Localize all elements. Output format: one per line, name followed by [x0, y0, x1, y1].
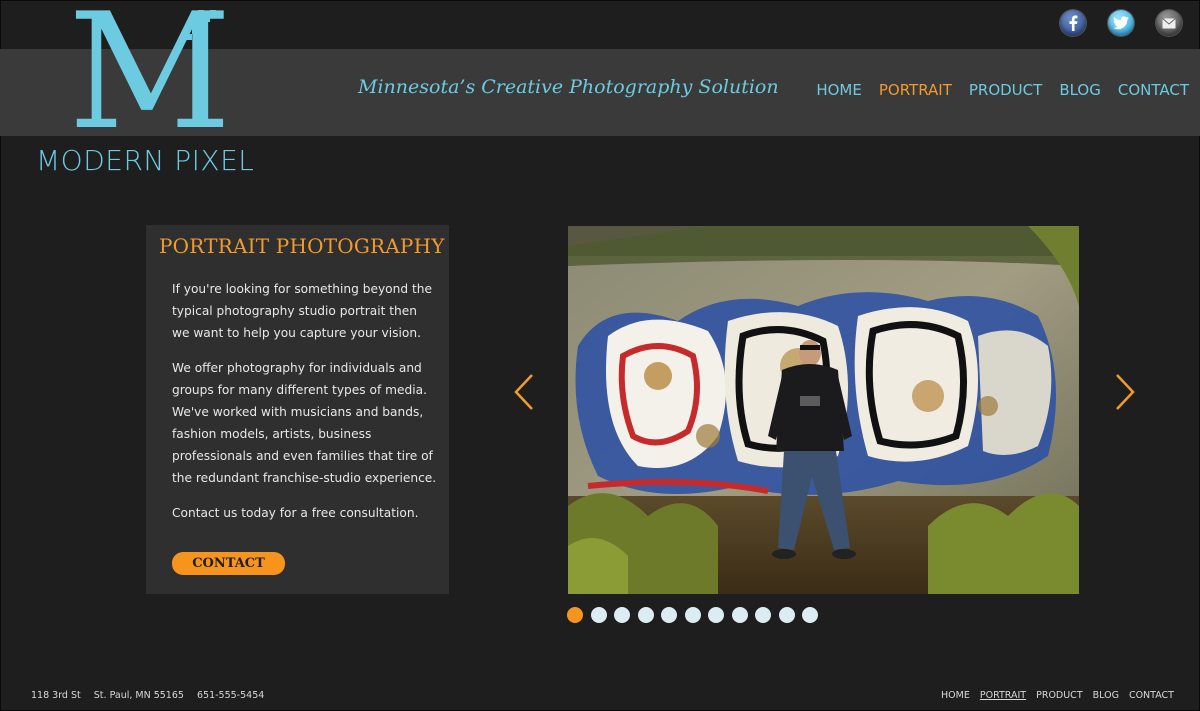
panel-paragraph: If you're looking for something beyond t… [172, 282, 432, 340]
main-nav: HOME PORTRAIT PRODUCT BLOG CONTACT [816, 81, 1189, 99]
slider-pagination [567, 607, 818, 623]
intro-panel: PORTRAIT PHOTOGRAPHY If you're looking f… [146, 225, 449, 594]
footer-phone: 651-555-5454 [196, 690, 265, 701]
footer-nav: HOME PORTRAIT PRODUCT BLOG CONTACT [941, 690, 1174, 701]
panel-body: If you're looking for something beyond t… [172, 278, 437, 537]
chevron-right-icon [1116, 374, 1135, 410]
panel-heading: PORTRAIT PHOTOGRAPHY [159, 234, 445, 258]
nav-contact[interactable]: CONTACT [1118, 81, 1189, 99]
footer-nav-blog[interactable]: BLOG [1093, 690, 1119, 701]
footer-city: St. Paul, MN 55165 [93, 690, 184, 701]
slider-dot[interactable] [708, 607, 724, 623]
nav-blog[interactable]: BLOG [1059, 81, 1101, 99]
slider-dot[interactable] [614, 607, 630, 623]
slide-photo [568, 226, 1079, 594]
footer-address: 118 3rd St St. Paul, MN 55165 651-555-54… [31, 690, 274, 701]
footer-nav-home[interactable]: HOME [941, 690, 970, 701]
contact-button[interactable]: CONTACT [172, 552, 285, 575]
footer-nav-portrait[interactable]: PORTRAIT [980, 690, 1026, 701]
slider-dot[interactable] [755, 607, 771, 623]
nav-portrait[interactable]: PORTRAIT [879, 81, 952, 99]
chevron-left-icon [514, 374, 533, 410]
slider-dot[interactable] [684, 607, 701, 623]
slider-next-button[interactable] [1113, 372, 1137, 412]
nav-home[interactable]: HOME [816, 81, 862, 99]
slider-dot[interactable] [590, 607, 607, 623]
facebook-icon[interactable] [1060, 10, 1086, 36]
social-links [1060, 10, 1182, 36]
site-tagline: Minnesota’s Creative Photography Solutio… [358, 76, 779, 98]
email-icon[interactable] [1156, 10, 1182, 36]
slider-dot[interactable] [802, 607, 818, 623]
panel-paragraph: Contact us today for a free consultation… [172, 506, 419, 520]
footer-nav-product[interactable]: PRODUCT [1036, 690, 1083, 701]
site-logo[interactable]: M MODERN PIXEL [36, 0, 266, 181]
footer-nav-contact[interactable]: CONTACT [1129, 690, 1174, 701]
footer-street: 118 3rd St [31, 690, 81, 701]
logo-pixel-icon [186, 10, 216, 40]
slider-dot[interactable] [637, 607, 654, 623]
logo-wordmark: MODERN PIXEL [36, 144, 255, 177]
slider-dot[interactable] [661, 607, 677, 623]
slider-dot[interactable] [567, 607, 583, 623]
slider-prev-button[interactable] [512, 372, 536, 412]
graffiti-portrait-image [568, 226, 1079, 594]
panel-paragraph: We offer photography for individuals and… [172, 361, 437, 485]
nav-product[interactable]: PRODUCT [969, 81, 1042, 99]
slider-dot[interactable] [778, 607, 795, 623]
slider-dot[interactable] [731, 607, 748, 623]
twitter-icon[interactable] [1108, 10, 1134, 36]
